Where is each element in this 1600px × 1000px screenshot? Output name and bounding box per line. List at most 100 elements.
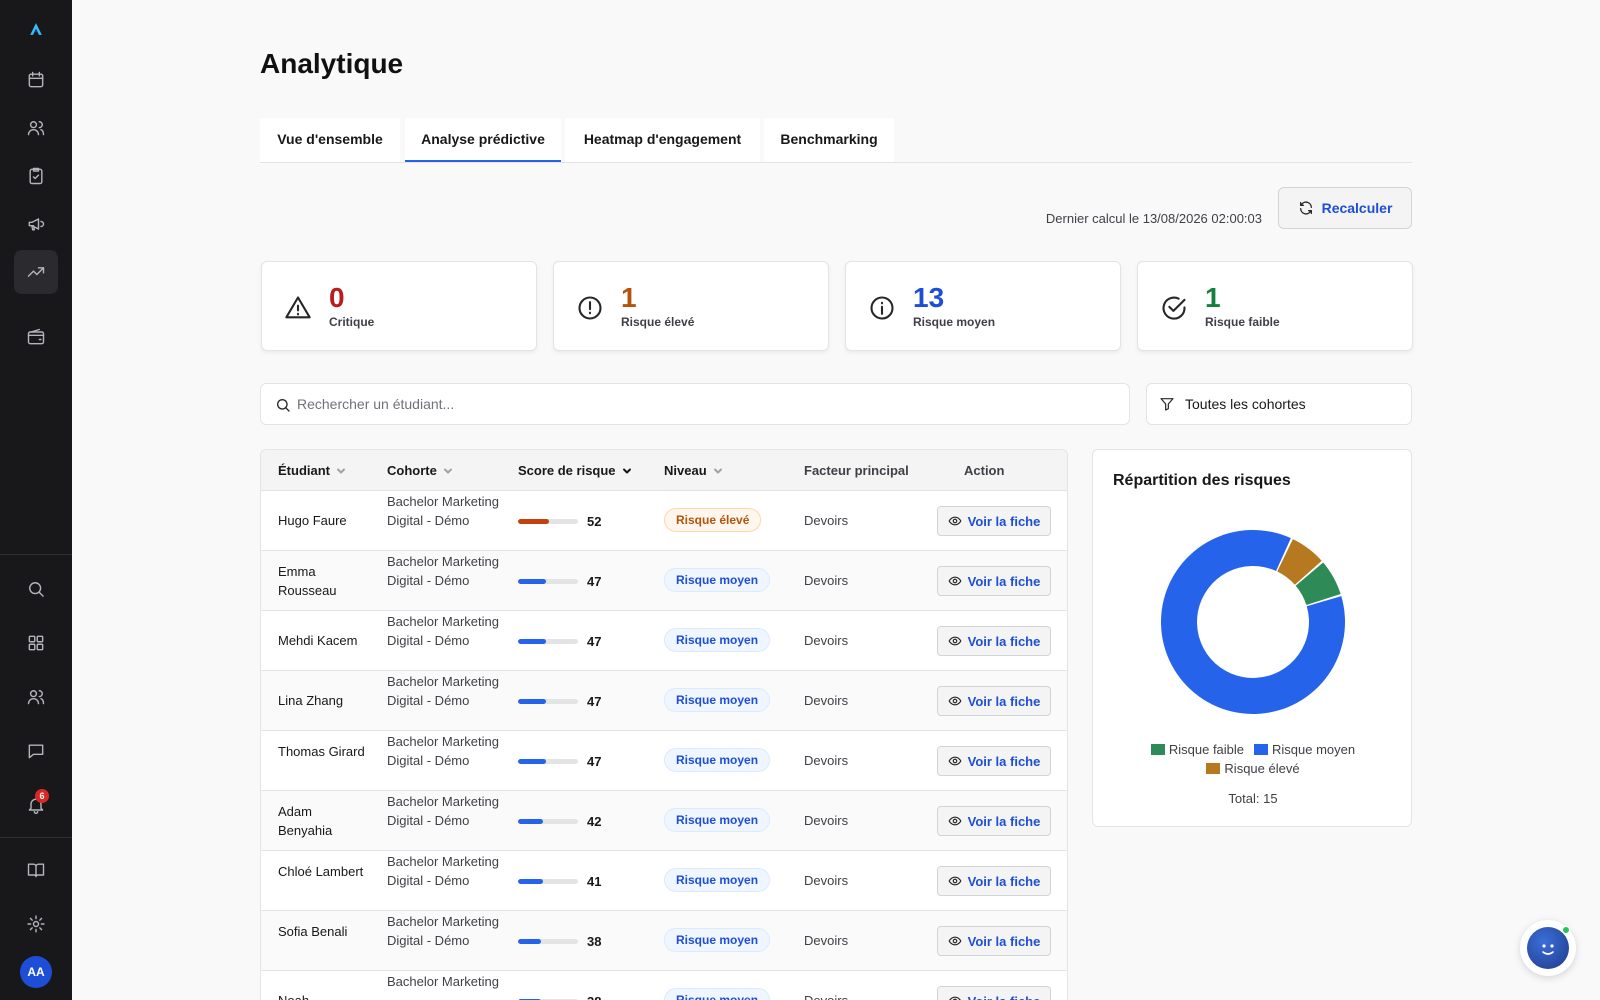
risk-score-bar — [518, 819, 578, 824]
view-profile-button[interactable]: Voir la fiche — [937, 566, 1051, 596]
view-profile-button[interactable]: Voir la fiche — [937, 986, 1051, 1000]
risk-level: Risque moyen — [664, 628, 771, 652]
nav-search[interactable] — [14, 567, 58, 611]
column-risk-score[interactable]: Score de risque — [518, 463, 632, 478]
online-status-dot — [1562, 926, 1570, 934]
logo-icon — [30, 23, 42, 35]
nav-messages[interactable] — [14, 729, 58, 773]
tab-benchmarking[interactable]: Benchmarking — [764, 118, 894, 162]
risk-score: 47 — [518, 692, 601, 711]
view-profile-button[interactable]: Voir la fiche — [937, 746, 1051, 776]
nav-settings[interactable] — [14, 902, 58, 946]
view-profile-button[interactable]: Voir la fiche — [937, 866, 1051, 896]
refresh-icon — [1299, 201, 1312, 215]
nav-notifications[interactable]: 6 — [14, 783, 58, 827]
chevron-down-icon — [337, 468, 345, 473]
risk-score-bar-fill — [518, 939, 541, 944]
assistant-chat-button[interactable] — [1520, 920, 1576, 976]
tab-overview[interactable]: Vue d'ensemble — [260, 118, 400, 162]
risk-score-value: 47 — [587, 634, 602, 649]
risk-score-value: 38 — [587, 934, 602, 949]
avatar[interactable]: AA — [20, 956, 52, 988]
student-cohort: Bachelor Marketing Digital - Démo — [387, 854, 499, 888]
legend-item[interactable]: Risque élevé — [1206, 761, 1300, 776]
filter-icon — [1160, 398, 1174, 411]
distribution-total: Total: 15 — [1228, 791, 1278, 806]
check-circle-icon — [1160, 294, 1188, 322]
risk-score-value: 47 — [587, 694, 602, 709]
risk-distribution-card: Répartition des risques Risque faible Ris… — [1092, 449, 1412, 827]
view-profile-button[interactable]: Voir la fiche — [937, 926, 1051, 956]
student-cohort: Bachelor Marketing Digital - Démo — [387, 794, 499, 828]
legend-label: Risque élevé — [1224, 761, 1300, 776]
nav-analytics[interactable] — [14, 250, 58, 294]
nav-calendar[interactable] — [14, 58, 58, 102]
nav-announcements[interactable] — [14, 202, 58, 246]
stat-value: 1 — [621, 282, 637, 313]
chevron-down-icon — [713, 468, 722, 473]
stat-card-high-risk: 1 Risque élevé — [553, 261, 829, 351]
recalculate-label: Recalculer — [1321, 200, 1393, 216]
megaphone-icon — [28, 218, 45, 231]
risk-score: 38 — [518, 932, 601, 951]
stat-value: 0 — [329, 282, 345, 313]
view-profile-button[interactable]: Voir la fiche — [937, 626, 1051, 656]
nav-tasks[interactable] — [14, 154, 58, 198]
nav-users[interactable] — [14, 106, 58, 150]
nav-apps[interactable] — [14, 621, 58, 665]
chevron-down-icon — [622, 468, 631, 473]
view-profile-label: Voir la fiche — [967, 513, 1041, 529]
status-badge: Risque moyen — [664, 628, 771, 652]
last-calculation-timestamp: Dernier calcul le 13/08/2026 02:00:03 — [1045, 211, 1262, 226]
nav-docs[interactable] — [14, 848, 58, 892]
distribution-title: Répartition des risques — [1113, 472, 1291, 489]
page-title: Analytique — [260, 48, 404, 79]
risk-score-bar — [518, 879, 578, 884]
column-cohort-label: Cohorte — [387, 463, 437, 478]
student-cohort: Bachelor Marketing — [387, 974, 499, 989]
column-cohort[interactable]: Cohorte — [387, 463, 453, 478]
risk-level: Risque moyen — [664, 868, 771, 892]
view-profile-button[interactable]: Voir la fiche — [937, 506, 1051, 536]
column-risk-score-label: Score de risque — [518, 463, 616, 478]
students-risk-table: Étudiant Cohorte Score de risque Niveau … — [260, 449, 1068, 1000]
recalculate-button[interactable]: Recalculer — [1278, 187, 1412, 229]
eye-icon — [948, 756, 962, 766]
nav-team[interactable] — [14, 675, 58, 719]
table-row: Chloé Lambert Bachelor Marketing Digital… — [261, 851, 1067, 911]
risk-score-value: 38 — [587, 992, 601, 1000]
column-student[interactable]: Étudiant — [278, 463, 346, 478]
student-cohort: Bachelor Marketing Digital - Démo — [387, 614, 499, 648]
main-factor: Devoirs — [804, 991, 848, 1000]
risk-score-bar-fill — [518, 759, 547, 764]
student-search-input[interactable] — [297, 384, 1117, 424]
eye-icon — [948, 876, 962, 886]
tab-bar: Vue d'ensemble Analyse prédictive Heatma… — [260, 118, 1412, 163]
warning-triangle-icon — [284, 294, 312, 322]
nav-wallet[interactable] — [14, 315, 58, 359]
legend-item[interactable]: Risque moyen — [1254, 742, 1355, 757]
column-main-factor: Facteur principal — [804, 463, 909, 478]
app-logo[interactable] — [14, 7, 58, 51]
student-name: Adam Benyahia — [278, 804, 333, 838]
search-icon — [277, 399, 290, 412]
student-cohort: Bachelor Marketing Digital - Démo — [387, 734, 499, 768]
legend-swatch — [1254, 744, 1269, 755]
student-cohort: Bachelor Marketing Digital - Démo — [387, 674, 499, 708]
tab-predictive-analysis[interactable]: Analyse prédictive — [405, 118, 561, 162]
view-profile-button[interactable]: Voir la fiche — [937, 686, 1051, 716]
cohort-filter-select[interactable]: Toutes les cohortes — [1146, 383, 1412, 425]
view-profile-label: Voir la fiche — [967, 573, 1041, 589]
legend-item[interactable]: Risque faible — [1150, 742, 1244, 757]
risk-score-bar-fill — [518, 639, 547, 644]
stat-value: 13 — [913, 282, 945, 313]
table-row: Lina Zhang Bachelor Marketing Digital - … — [261, 671, 1067, 731]
tab-engagement-heatmap[interactable]: Heatmap d'engagement — [565, 118, 760, 162]
column-level[interactable]: Niveau — [664, 463, 723, 478]
users-icon — [27, 121, 45, 136]
view-profile-button[interactable]: Voir la fiche — [937, 806, 1051, 836]
risk-score-value: 42 — [587, 814, 602, 829]
eye-icon — [948, 996, 961, 1000]
risk-score-bar-fill — [518, 699, 547, 704]
risk-score: 47 — [518, 572, 601, 591]
